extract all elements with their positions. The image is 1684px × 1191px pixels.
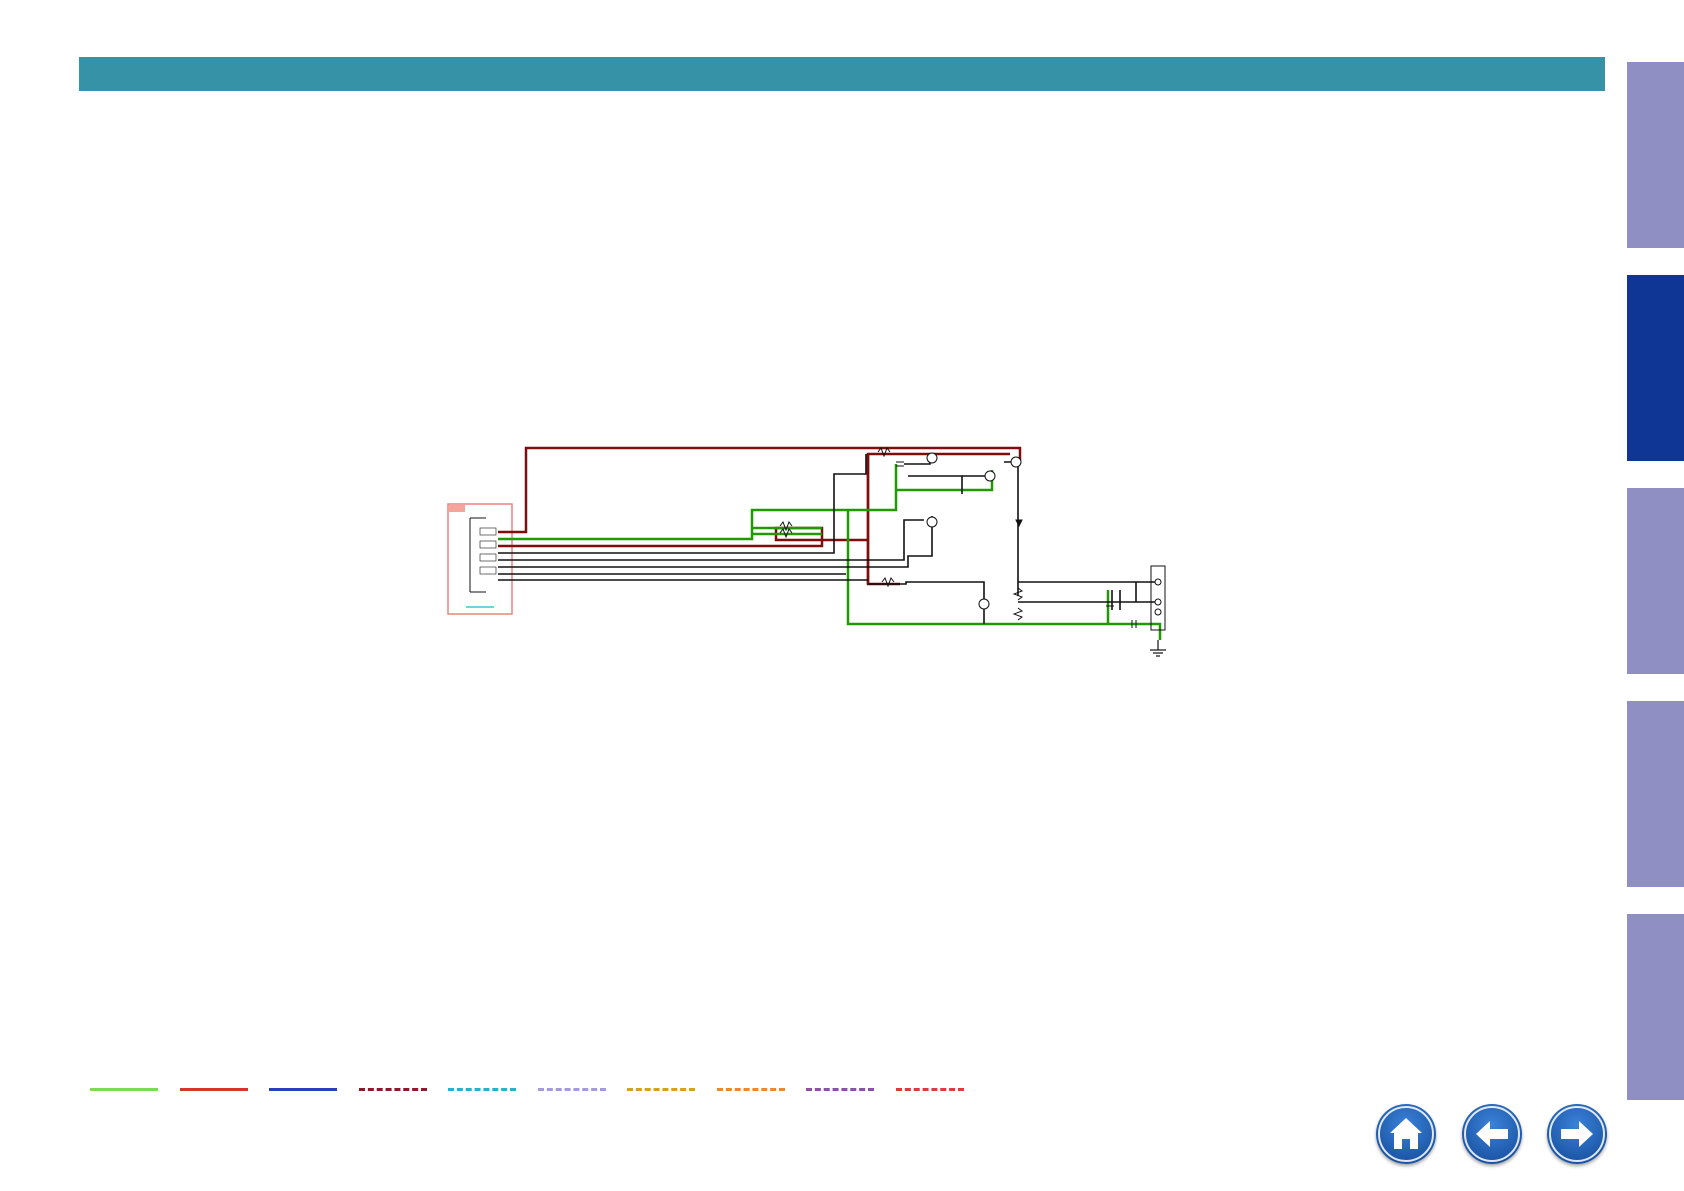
- transistor-q3: [1010, 456, 1022, 468]
- transistor-q2: [984, 470, 996, 482]
- forward-button[interactable]: [1547, 1104, 1607, 1164]
- transistor-q5: [978, 598, 990, 610]
- circuit-schematic: [447, 446, 1166, 657]
- legend-gold-dashed: [627, 1088, 695, 1091]
- legend-blue-solid: [269, 1088, 337, 1091]
- power-wires: [498, 446, 1022, 586]
- home-button[interactable]: [1376, 1104, 1436, 1164]
- legend-purple-dashed: [806, 1088, 874, 1091]
- legend-lavender-dashed: [537, 1088, 606, 1091]
- ground-wires: [498, 464, 1162, 640]
- legend-red-solid: [179, 1088, 248, 1091]
- transistor-q4: [926, 516, 938, 528]
- legend-green-solid: [90, 1088, 158, 1091]
- legend-cyan-dashed: [448, 1088, 516, 1091]
- legend-darkred-dashed: [358, 1088, 427, 1091]
- signal-wires: [498, 454, 1166, 657]
- legend-orange-dashed: [716, 1088, 785, 1091]
- wire-legend: [90, 1082, 970, 1098]
- transistor-q1: [926, 452, 938, 464]
- back-button[interactable]: [1462, 1104, 1522, 1164]
- connector-block: [447, 503, 513, 615]
- legend-red-dashed: [895, 1088, 964, 1091]
